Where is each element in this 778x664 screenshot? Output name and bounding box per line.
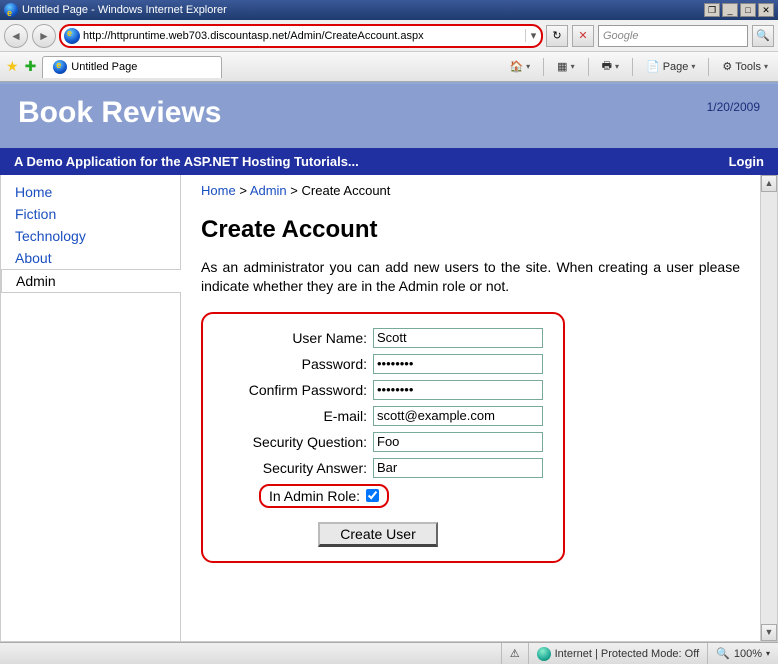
label-confirm-password: Confirm Password: <box>213 382 373 398</box>
site-tagline: A Demo Application for the ASP.NET Hosti… <box>14 154 359 169</box>
site-banner: Book Reviews 1/20/2009 <box>0 84 778 148</box>
page-favicon <box>64 28 80 44</box>
refresh-button[interactable]: ↻ <box>546 25 568 47</box>
address-toolbar: ◄ ► ▾ ↻ ✕ Google 🔍 <box>0 20 778 52</box>
window-title: Untitled Page - Windows Internet Explore… <box>22 0 227 20</box>
status-zone[interactable]: Internet | Protected Mode: Off <box>528 643 708 664</box>
tools-menu-button[interactable]: ⚙ Tools ▾ <box>718 58 772 75</box>
login-link[interactable]: Login <box>729 154 764 169</box>
sidebar-nav: Home Fiction Technology About Admin <box>1 175 181 641</box>
forward-button[interactable]: ► <box>32 24 56 48</box>
security-answer-input[interactable] <box>373 458 543 478</box>
breadcrumb-home[interactable]: Home <box>201 183 236 198</box>
search-go-button[interactable]: 🔍 <box>752 25 774 47</box>
security-question-input[interactable] <box>373 432 543 452</box>
sidebar-item-fiction[interactable]: Fiction <box>1 203 180 225</box>
scroll-down-arrow[interactable]: ▼ <box>761 624 777 641</box>
feeds-button[interactable]: ▦▾ <box>553 58 578 75</box>
create-user-button[interactable]: Create User <box>318 522 437 547</box>
email-input[interactable] <box>373 406 543 426</box>
scroll-track[interactable] <box>761 192 777 624</box>
status-popup-icon[interactable]: ⚠ <box>501 643 528 664</box>
label-security-question: Security Question: <box>213 434 373 450</box>
search-placeholder: Google <box>603 30 638 42</box>
sidebar-item-technology[interactable]: Technology <box>1 225 180 247</box>
ie-icon <box>4 3 18 17</box>
window-titlebar: Untitled Page - Windows Internet Explore… <box>0 0 778 20</box>
breadcrumb: Home > Admin > Create Account <box>201 183 740 198</box>
address-dropdown[interactable]: ▾ <box>525 29 541 42</box>
home-button[interactable]: 🏠▾ <box>505 58 534 75</box>
print-button[interactable]: 🖶▾ <box>598 55 623 78</box>
back-button[interactable]: ◄ <box>4 24 28 48</box>
scroll-up-arrow[interactable]: ▲ <box>761 175 777 192</box>
confirm-password-input[interactable] <box>373 380 543 400</box>
search-box[interactable]: Google <box>598 25 748 47</box>
password-input[interactable] <box>373 354 543 374</box>
create-user-form: User Name: Password: Confirm Password: E… <box>201 312 565 563</box>
status-zoom[interactable]: 🔍 100% ▾ <box>707 643 778 664</box>
tab-title: Untitled Page <box>71 61 137 73</box>
favorites-star-icon[interactable]: ★ <box>6 58 19 75</box>
label-username: User Name: <box>213 330 373 346</box>
label-admin-role: In Admin Role: <box>269 488 366 504</box>
tab-favicon <box>53 60 67 74</box>
maximize-button[interactable]: □ <box>740 3 756 17</box>
page-menu-button[interactable]: 📄 Page ▾ <box>642 58 699 75</box>
breadcrumb-admin[interactable]: Admin <box>250 183 287 198</box>
add-favorite-icon[interactable]: ✚ <box>25 58 37 75</box>
globe-icon <box>537 647 551 661</box>
minimize-button[interactable]: _ <box>722 3 738 17</box>
sidebar-item-admin[interactable]: Admin <box>1 269 181 293</box>
url-input[interactable] <box>83 30 525 42</box>
close-button[interactable]: ✕ <box>758 3 774 17</box>
vertical-scrollbar[interactable]: ▲ ▼ <box>760 175 777 641</box>
status-bar: ⚠ Internet | Protected Mode: Off 🔍 100% … <box>0 642 778 664</box>
breadcrumb-current: Create Account <box>302 183 391 198</box>
page-heading: Create Account <box>201 216 740 244</box>
username-input[interactable] <box>373 328 543 348</box>
sidebar-item-home[interactable]: Home <box>1 181 180 203</box>
page-intro: As an administrator you can add new user… <box>201 258 740 296</box>
address-bar[interactable]: ▾ <box>60 25 542 47</box>
label-email: E-mail: <box>213 408 373 424</box>
restore-down-button[interactable]: ❐ <box>704 3 720 17</box>
stop-button[interactable]: ✕ <box>572 25 594 47</box>
label-password: Password: <box>213 356 373 372</box>
page-content: Book Reviews 1/20/2009 A Demo Applicatio… <box>0 82 778 642</box>
site-date: 1/20/2009 <box>707 100 760 114</box>
admin-role-group: In Admin Role: <box>259 484 389 508</box>
site-title: Book Reviews <box>18 96 221 130</box>
admin-role-checkbox[interactable] <box>366 489 379 502</box>
site-sub-banner: A Demo Application for the ASP.NET Hosti… <box>0 148 778 175</box>
label-security-answer: Security Answer: <box>213 460 373 476</box>
sidebar-item-about[interactable]: About <box>1 247 180 269</box>
browser-tab[interactable]: Untitled Page <box>42 56 222 78</box>
main-panel: Home > Admin > Create Account Create Acc… <box>181 175 760 641</box>
tab-toolbar: ★ ✚ Untitled Page 🏠▾ ▦▾ 🖶▾ 📄 Page ▾ ⚙ To… <box>0 52 778 82</box>
